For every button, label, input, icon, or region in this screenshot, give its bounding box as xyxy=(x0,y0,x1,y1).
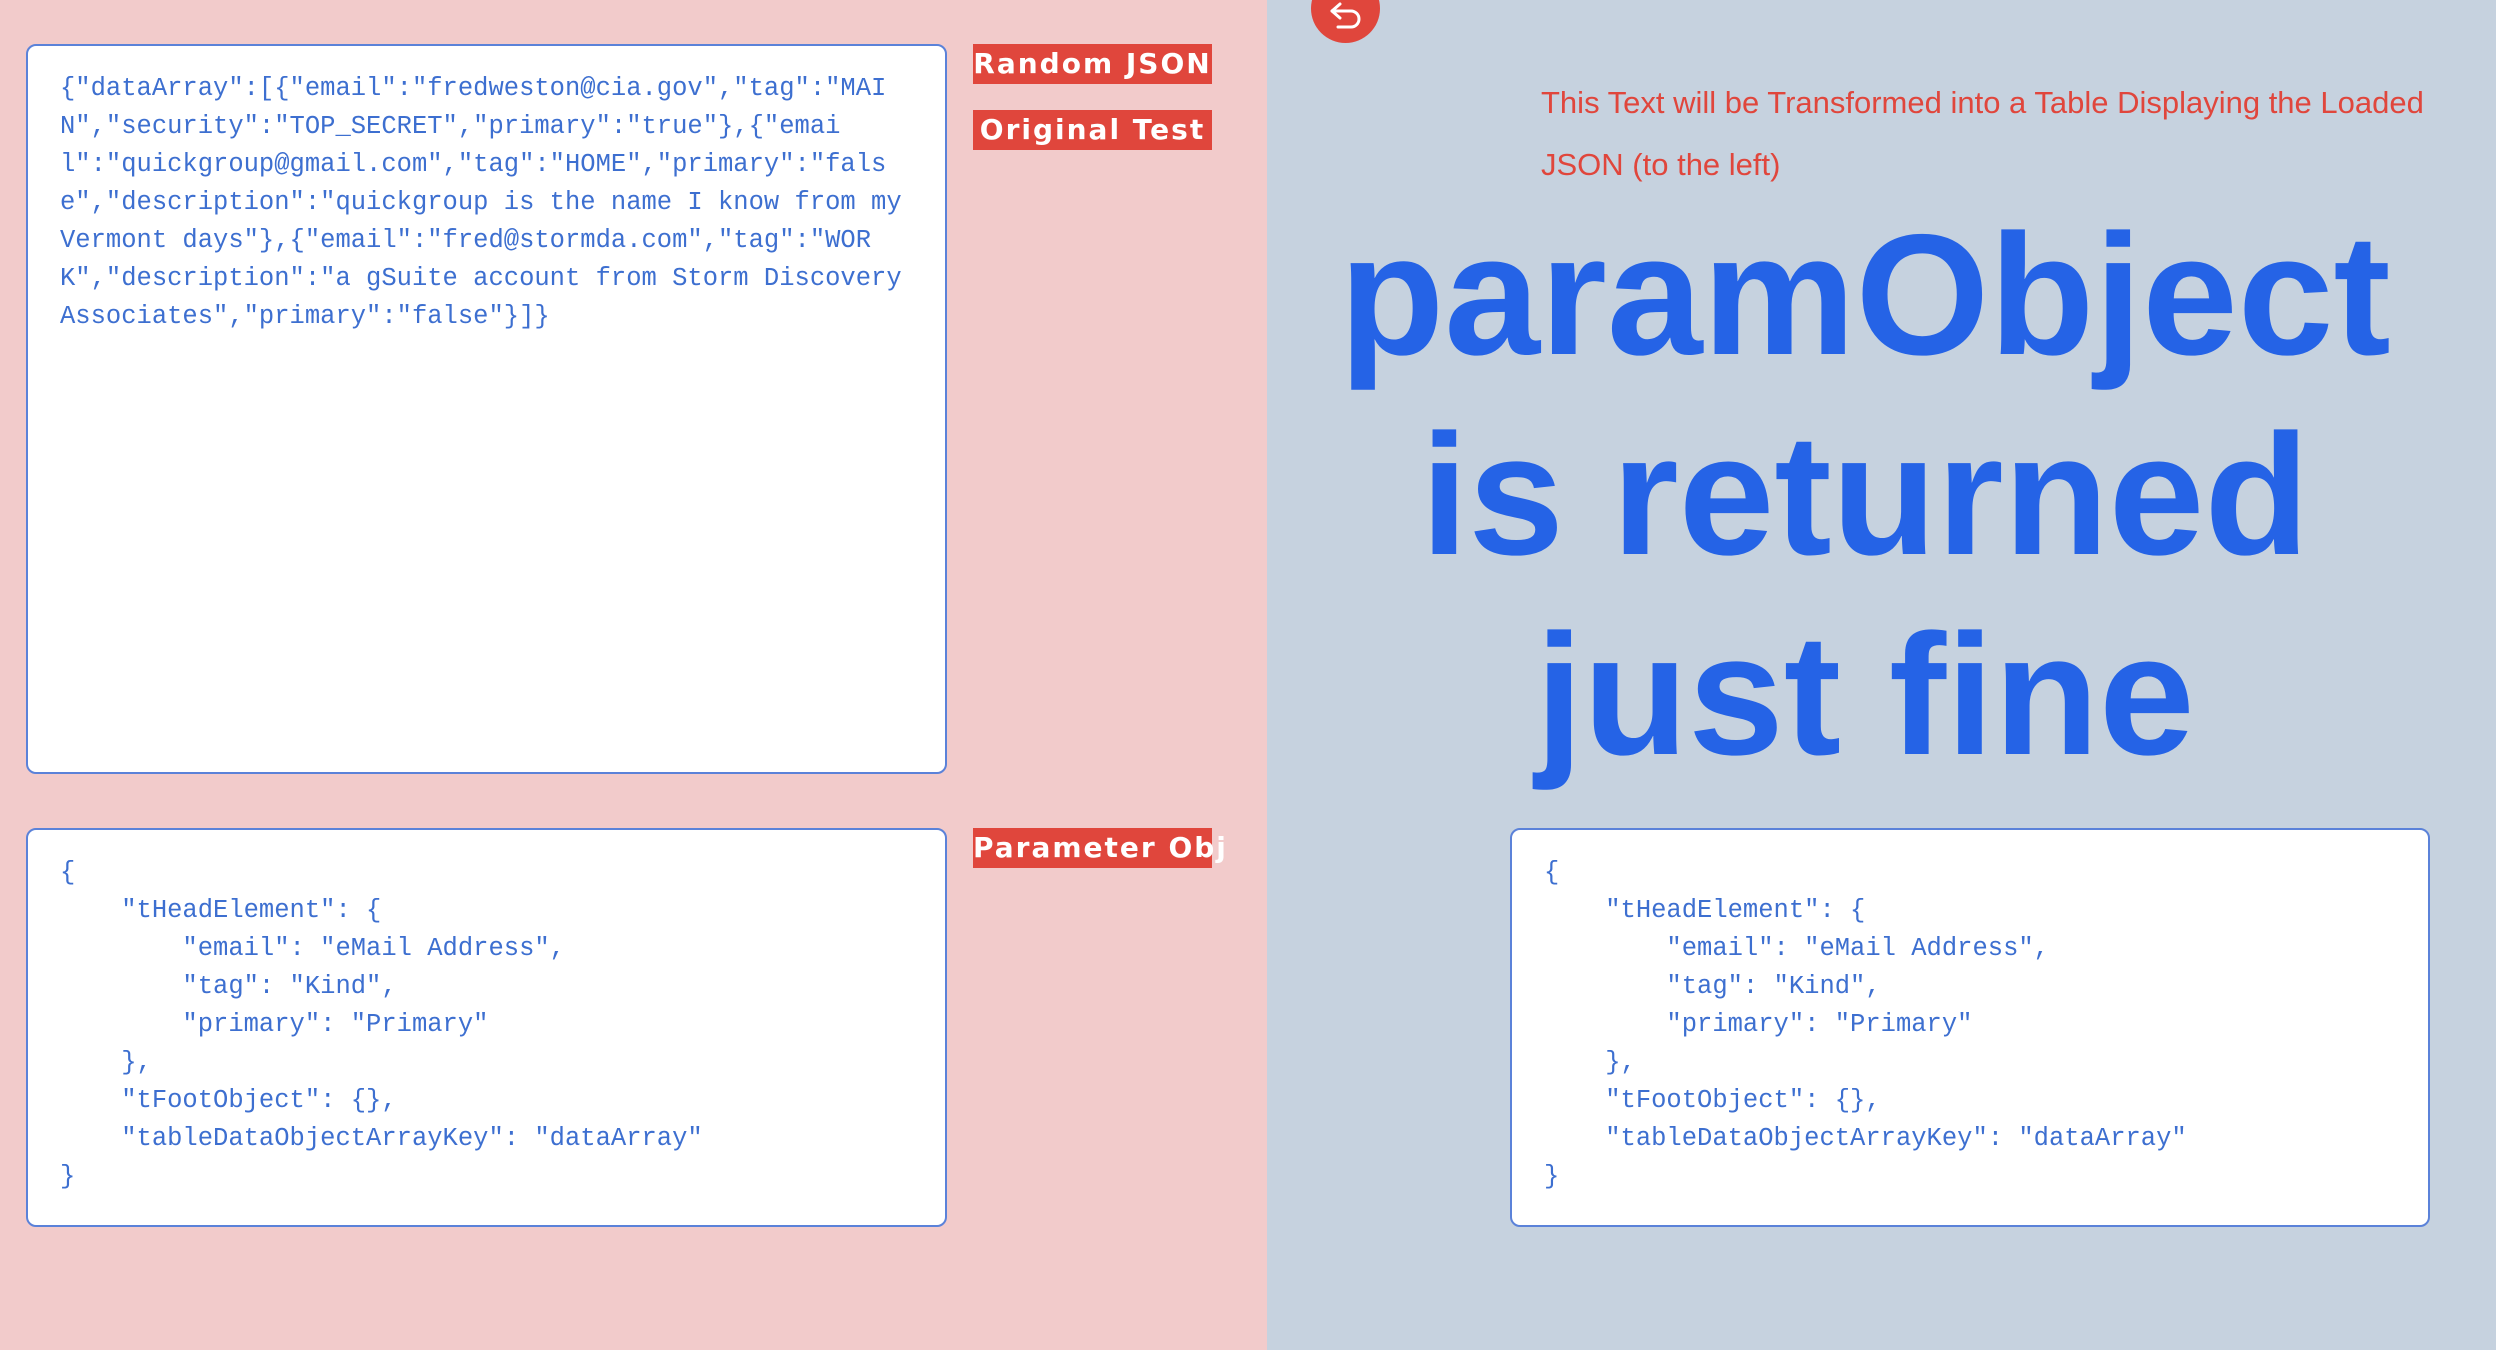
random-json-textarea[interactable]: {"dataArray":[{"email":"fredweston@cia.g… xyxy=(26,44,947,774)
undo-arrow-icon xyxy=(1330,2,1360,28)
returned-param-obj-text: { "tHeadElement": { "email": "eMail Addr… xyxy=(1544,858,2187,1191)
headline-line: just fine xyxy=(1535,599,2195,791)
transform-note: This Text will be Transformed into a Tab… xyxy=(1541,85,2424,182)
headline-line: paramObject xyxy=(1339,199,2391,391)
returned-param-obj-panel[interactable]: { "tHeadElement": { "email": "eMail Addr… xyxy=(1510,828,2430,1227)
random-json-button[interactable]: Random JSON xyxy=(973,44,1212,84)
original-test-button[interactable]: Original Test xyxy=(973,110,1212,150)
headline: paramObject is returned just fine xyxy=(1310,195,2420,795)
headline-line: is returned xyxy=(1420,399,2310,591)
parameter-obj-text: { "tHeadElement": { "email": "eMail Addr… xyxy=(60,858,703,1191)
random-json-text: {"dataArray":[{"email":"fredweston@cia.g… xyxy=(60,74,917,331)
parameter-obj-button[interactable]: Parameter Obj xyxy=(973,828,1226,868)
parameter-obj-textarea[interactable]: { "tHeadElement": { "email": "eMail Addr… xyxy=(26,828,947,1227)
